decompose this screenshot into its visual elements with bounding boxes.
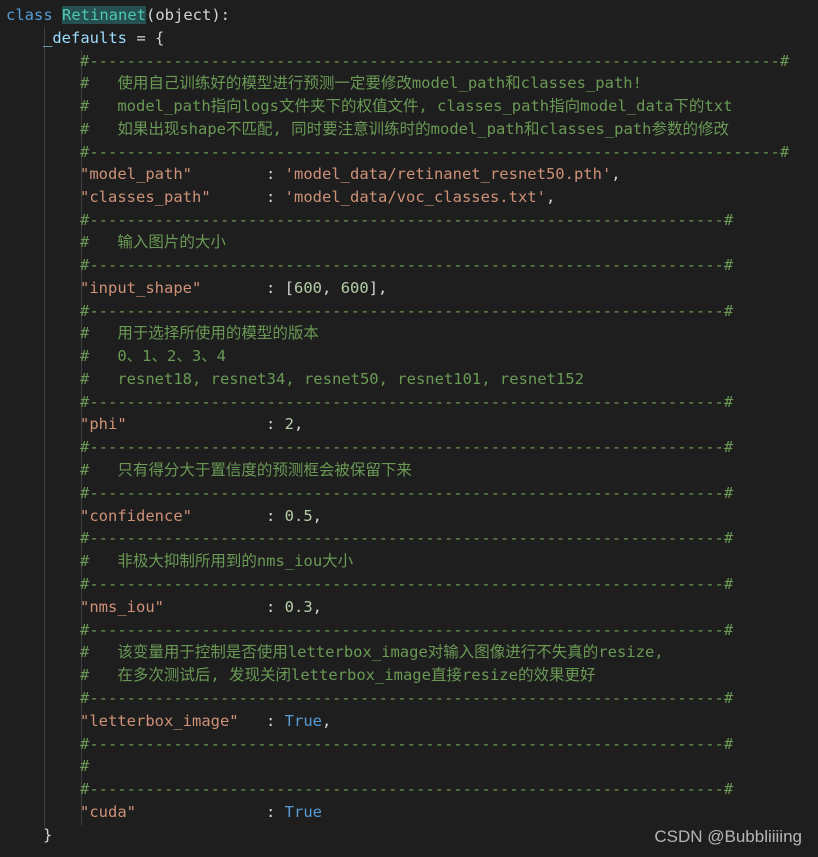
comment-line: # resnet18, resnet34, resnet50, resnet10… <box>80 370 584 388</box>
class-name: Retinanet <box>62 6 147 24</box>
watermark: CSDN @Bubbliiiing <box>654 827 802 846</box>
comment-separator: #---------------------------------------… <box>80 780 734 798</box>
comment-line: # model_path指向logs文件夹下的权值文件, classes_pat… <box>80 97 733 115</box>
defaults-assign: = { <box>127 29 165 47</box>
comment-separator: #---------------------------------------… <box>80 621 734 639</box>
comment-separator: #---------------------------------------… <box>80 393 734 411</box>
number-value: 0.5 <box>284 507 313 525</box>
comment-separator: #---------------------------------------… <box>80 52 790 70</box>
dict-key: "confidence" <box>80 507 192 525</box>
code-line-nms-iou[interactable]: "nms_iou" <box>80 596 164 619</box>
code-line-defaults[interactable]: _defaults = { <box>43 27 164 50</box>
dict-value: 'model_data/retinanet_resnet50.pth' <box>284 165 612 183</box>
code-line-letterbox-value: : True, <box>266 712 332 730</box>
defaults-identifier: _defaults <box>43 29 127 47</box>
dict-value: 'model_data/voc_classes.txt' <box>284 188 546 206</box>
code-line-confidence-value: : 0.5, <box>266 507 323 525</box>
dict-key: "phi" <box>80 415 127 433</box>
code-line-confidence[interactable]: "confidence" <box>80 505 192 528</box>
comment-line: # 在多次测试后, 发现关闭letterbox_image直接resize的效果… <box>80 666 596 684</box>
dict-key: "input_shape" <box>80 279 202 297</box>
code-line-input-shape[interactable]: "input_shape" <box>80 277 201 300</box>
closing-brace: } <box>43 826 53 844</box>
comment-separator: #---------------------------------------… <box>80 735 734 753</box>
code-line-model-path[interactable]: "model_path" <box>80 163 192 186</box>
comment-line: # 输入图片的大小 <box>80 233 226 251</box>
comment-line: # 只有得分大于置信度的预测框会被保留下来 <box>80 461 412 479</box>
comment-line: # 用于选择所使用的模型的版本 <box>80 324 319 342</box>
code-line-phi[interactable]: "phi" <box>80 413 127 436</box>
comment-separator: #---------------------------------------… <box>80 529 734 547</box>
comment-separator: #---------------------------------------… <box>80 438 734 456</box>
number-value: 2 <box>284 415 295 433</box>
comment-line: # 使用自己训练好的模型进行预测一定要修改model_path和classes_… <box>80 74 642 92</box>
code-line-closing-brace[interactable]: } <box>43 824 52 847</box>
code-line-cuda-value: : True <box>266 803 322 821</box>
comment-line: # 该变量用于控制是否使用letterbox_image对输入图像进行不失真的r… <box>80 643 664 661</box>
dict-key: "classes_path" <box>80 188 211 206</box>
number-value: 0.3 <box>284 598 313 616</box>
dict-key: "cuda" <box>80 803 136 821</box>
dict-key: "letterbox_image" <box>80 712 239 730</box>
comment-separator: #---------------------------------------… <box>80 143 790 161</box>
comment-line: # 如果出现shape不匹配, 同时要注意训练时的model_path和clas… <box>80 120 729 138</box>
comment-separator: #---------------------------------------… <box>80 484 734 502</box>
code-line-classes-path[interactable]: "classes_path" <box>80 186 211 209</box>
boolean-value: True <box>284 712 322 730</box>
code-line-phi-value: : 2, <box>266 415 304 433</box>
code-line-nms-iou-value: : 0.3, <box>266 598 323 616</box>
dict-key: "model_path" <box>80 165 192 183</box>
code-line-model-path-value: : 'model_data/retinanet_resnet50.pth', <box>266 165 621 183</box>
code-editor[interactable]: class Retinanet(object): _defaults = { #… <box>0 0 818 857</box>
comment-line: # 非极大抑制所用到的nms_iou大小 <box>80 552 354 570</box>
comment-separator: #---------------------------------------… <box>80 302 734 320</box>
number-value: 600 <box>340 279 369 297</box>
boolean-value: True <box>284 803 322 821</box>
code-line-input-shape-value: : [600, 600], <box>266 279 388 297</box>
dict-key: "nms_iou" <box>80 598 164 616</box>
code-line-letterbox[interactable]: "letterbox_image" <box>80 710 239 733</box>
code-line-cuda[interactable]: "cuda" <box>80 801 136 824</box>
comment-separator: #---------------------------------------… <box>80 689 734 707</box>
code-line-class-def[interactable]: class Retinanet(object): <box>6 4 230 27</box>
indent-guide-2 <box>44 50 45 825</box>
keyword-class: class <box>6 6 53 24</box>
number-value: 600 <box>294 279 323 297</box>
comment-line: # <box>80 757 90 775</box>
comment-separator: #---------------------------------------… <box>80 575 734 593</box>
code-line-classes-path-value: : 'model_data/voc_classes.txt', <box>266 188 556 206</box>
class-base: (object): <box>146 6 231 24</box>
comment-separator: #---------------------------------------… <box>80 211 734 229</box>
comment-line: # 0、1、2、3、4 <box>80 347 226 365</box>
comment-separator: #---------------------------------------… <box>80 256 734 274</box>
